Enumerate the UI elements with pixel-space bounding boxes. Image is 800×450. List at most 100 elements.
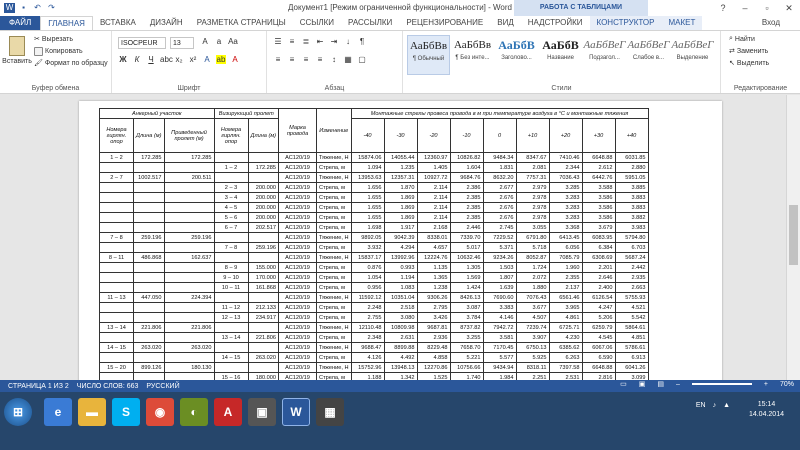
font-color-button[interactable]: A (230, 55, 240, 64)
table-cell[interactable]: 4.545 (581, 332, 616, 343)
table-cell[interactable]: 9042.39 (383, 232, 418, 243)
table-cell[interactable]: 2.646 (581, 272, 616, 283)
table-cell[interactable]: 14055.44 (383, 152, 418, 163)
table-cell[interactable]: 221.806 (163, 322, 215, 333)
table-cell[interactable]: 9434.94 (482, 362, 517, 373)
table-cell[interactable]: 0.956 (350, 282, 385, 293)
table-cell[interactable]: 1 – 2 (99, 152, 134, 163)
table-cell[interactable]: Стрела, м (316, 282, 352, 293)
table-cell[interactable] (99, 332, 134, 343)
table-cell[interactable]: 221.806 (247, 332, 280, 343)
table-cell[interactable] (133, 202, 165, 213)
table-cell[interactable]: 5 – 6 (213, 212, 249, 223)
table-row[interactable]: 15 – 20 899.126 180.130 АС120/19 Тяжение, Н1… (99, 362, 649, 373)
italic-button[interactable]: К (132, 55, 142, 64)
table-cell[interactable]: 1.135 (416, 262, 451, 273)
table-cell[interactable] (163, 212, 215, 223)
word-count[interactable]: ЧИСЛО СЛОВ: 663 (77, 383, 139, 390)
table-cell[interactable]: 8229.48 (416, 342, 451, 353)
table-cell[interactable]: 5755.93 (614, 292, 649, 303)
table-cell[interactable]: 172.285 (163, 152, 215, 163)
table-cell[interactable] (99, 242, 134, 253)
borders-button[interactable]: ▢ (357, 55, 367, 64)
table-cell[interactable]: 2.676 (482, 212, 517, 223)
table-row[interactable]: 5 – 6 200.000 АС120/19 Стрела, м 1.655 1.869 2… (99, 212, 649, 223)
table-cell[interactable]: 7 – 8 (99, 232, 134, 243)
table-row[interactable]: 14 – 15 263.020 263.020 АС120/19 Тяжение, Н9… (99, 342, 649, 353)
zoom-level[interactable]: 70% (780, 381, 794, 388)
table-cell[interactable]: 1.960 (548, 262, 583, 273)
read-mode-button[interactable]: ▭ (620, 380, 627, 388)
undo-icon[interactable]: ↶ (32, 3, 43, 13)
strikethrough-button[interactable]: abc (160, 55, 173, 64)
table-cell[interactable]: 2.385 (449, 212, 484, 223)
table-cell[interactable]: 1.083 (383, 282, 418, 293)
table-cell[interactable]: 9 – 10 (213, 272, 249, 283)
table-cell[interactable]: 1.870 (383, 182, 418, 193)
table-cell[interactable]: АС120/19 (278, 212, 318, 223)
table-cell[interactable]: 5.206 (581, 312, 616, 323)
table-cell[interactable]: 4.492 (383, 352, 418, 363)
shading-button[interactable]: ▦ (343, 55, 353, 64)
table-cell[interactable]: 3.588 (581, 182, 616, 193)
table-cell[interactable]: 1.869 (383, 212, 418, 223)
justify-button[interactable]: ≡ (315, 55, 325, 64)
table-cell[interactable] (163, 352, 215, 363)
table-cell[interactable]: 263.020 (247, 352, 280, 363)
table-cell[interactable]: 221.806 (133, 322, 165, 333)
table-cell[interactable]: 1.194 (383, 272, 418, 283)
table-cell[interactable]: 2.663 (614, 282, 649, 293)
align-right-button[interactable]: ≡ (301, 55, 311, 64)
table-cell[interactable] (133, 332, 165, 343)
table-cell[interactable]: 1.698 (350, 222, 385, 233)
table-cell[interactable]: 3.983 (614, 222, 649, 233)
style-6[interactable]: АаБбВеГ Выделение (671, 35, 714, 75)
table-cell[interactable]: 3.283 (548, 202, 583, 213)
sag-tension-table[interactable]: Анкерный участок Визирующий пролет Марка… (99, 108, 649, 393)
table-cell[interactable]: 10826.82 (449, 152, 484, 163)
table-cell[interactable]: 3.679 (581, 222, 616, 233)
table-cell[interactable]: 259.196 (163, 232, 215, 243)
table-cell[interactable]: АС120/19 (278, 242, 318, 253)
table-row[interactable]: 13 – 14 221.806 221.806 АС120/19 Тяжение, Н1… (99, 322, 649, 333)
table-cell[interactable]: 5.371 (482, 242, 517, 253)
table-cell[interactable] (133, 182, 165, 193)
table-cell[interactable]: АС120/19 (278, 282, 318, 293)
table-row[interactable]: 1 – 2 172.285 АС120/19 Стрела, м 1.094 1.235 1… (99, 162, 649, 173)
table-cell[interactable]: Стрела, м (316, 302, 352, 313)
zoom-in-button[interactable]: + (764, 381, 768, 388)
table-cell[interactable]: 4.521 (614, 302, 649, 313)
table-cell[interactable]: 3.885 (614, 182, 649, 193)
table-cell[interactable] (99, 282, 134, 293)
copy-button[interactable]: Копировать (34, 47, 83, 56)
table-cell[interactable]: 7036.43 (548, 172, 583, 183)
tab-5[interactable]: ССЫЛКИ (293, 16, 341, 30)
table-cell[interactable]: 6 – 7 (213, 222, 249, 233)
sort-button[interactable]: ↓ (343, 37, 353, 46)
table-row[interactable]: 9 – 10 170.000 АС120/19 Стрела, м 1.054 1.194… (99, 272, 649, 283)
table-cell[interactable]: 1.054 (350, 272, 385, 283)
table-cell[interactable]: 0.876 (350, 262, 385, 273)
table-row[interactable]: 4 – 5 200.000 АС120/19 Стрела, м 1.655 1.869 2… (99, 202, 649, 213)
table-cell[interactable]: 10351.04 (383, 292, 418, 303)
table-cell[interactable]: 2.935 (614, 272, 649, 283)
table-cell[interactable]: Стрела, м (316, 262, 352, 273)
table-cell[interactable]: 2.978 (515, 212, 550, 223)
table-cell[interactable]: 212.133 (247, 302, 280, 313)
table-cell[interactable] (213, 252, 249, 263)
table-cell[interactable] (247, 172, 280, 183)
table-cell[interactable]: 2.201 (581, 262, 616, 273)
table-cell[interactable]: 2.936 (416, 332, 451, 343)
table-cell[interactable]: 6.056 (548, 242, 583, 253)
table-cell[interactable]: 8 – 9 (213, 262, 249, 273)
table-cell[interactable]: 6126.54 (581, 292, 616, 303)
table-cell[interactable] (213, 232, 249, 243)
table-cell[interactable]: Тяжение, Н (316, 322, 352, 333)
table-cell[interactable] (163, 182, 215, 193)
table-cell[interactable]: 5794.80 (614, 232, 649, 243)
volume-icon[interactable]: ♪ (713, 402, 717, 409)
table-cell[interactable]: 2.631 (383, 332, 418, 343)
table-cell[interactable]: 1.656 (350, 182, 385, 193)
table-cell[interactable]: 155.000 (247, 262, 280, 273)
table-cell[interactable]: 10632.46 (449, 252, 484, 263)
